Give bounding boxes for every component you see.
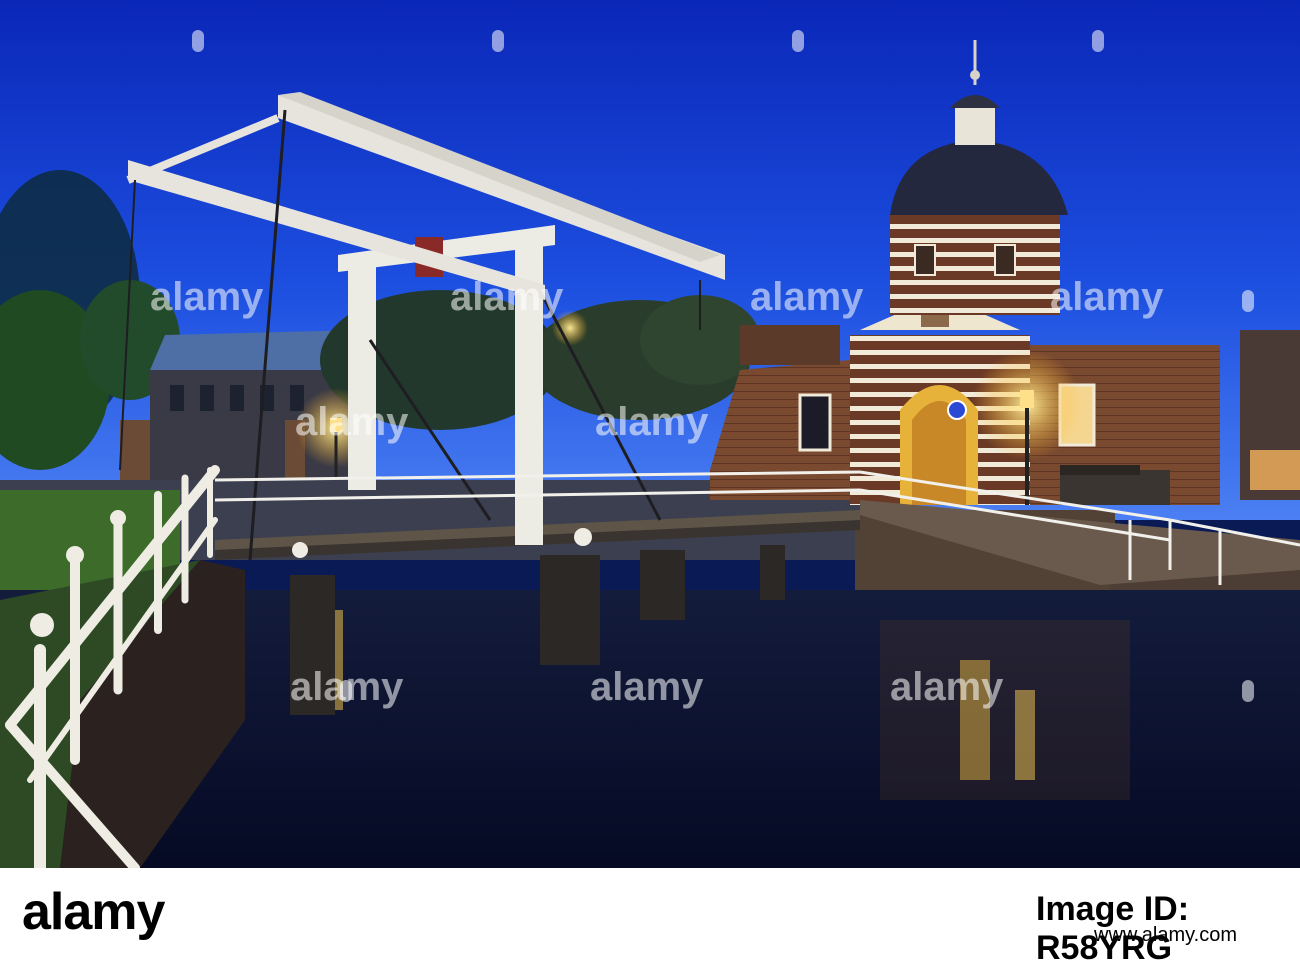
watermark: alamy <box>590 665 704 709</box>
watermark: alamy <box>750 275 864 319</box>
pedestrian-sign-icon <box>947 400 967 420</box>
site-url[interactable]: www.alamy.com <box>1094 924 1237 947</box>
watermark: alamy <box>150 275 264 319</box>
photo-scene: alamy alamy alamy alamy alamy alamy alam… <box>0 0 1300 868</box>
building-right <box>1240 330 1300 500</box>
watermark: alamy <box>890 665 1004 709</box>
watermark: alamy <box>1050 275 1164 319</box>
alamy-logo[interactable]: alamy <box>22 882 165 942</box>
watermark: alamy <box>450 275 564 319</box>
watermark: alamy <box>595 400 709 444</box>
watermark: alamy <box>295 400 409 444</box>
